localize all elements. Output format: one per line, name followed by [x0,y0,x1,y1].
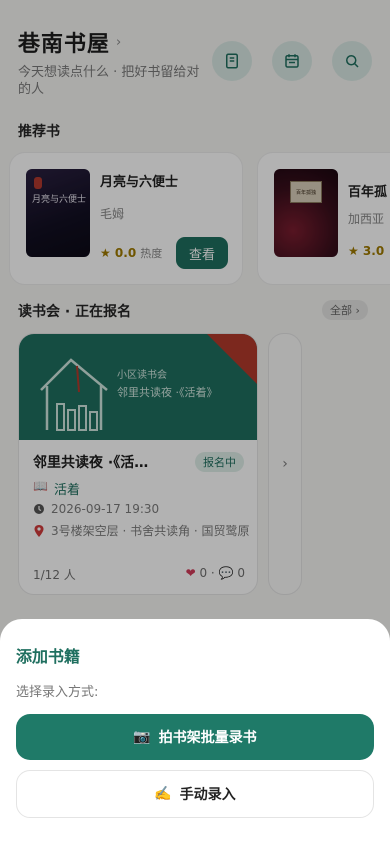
sheet-title: 添加书籍 [16,647,81,666]
sheet-subtitle: 选择录入方式: [16,685,99,700]
scan-shelf-button[interactable]: 📷 拍书架批量录书 [16,714,374,760]
writing-hand-icon: ✍️ [154,786,172,802]
camera-icon: 📷 [133,729,151,745]
manual-entry-button[interactable]: ✍️ 手动录入 [16,770,374,818]
add-book-sheet: 添加书籍 选择录入方式: 📷 拍书架批量录书 ✍️ 手动录入 [0,619,390,844]
manual-entry-label: 手动录入 [179,787,236,803]
scan-shelf-label: 拍书架批量录书 [158,730,257,746]
